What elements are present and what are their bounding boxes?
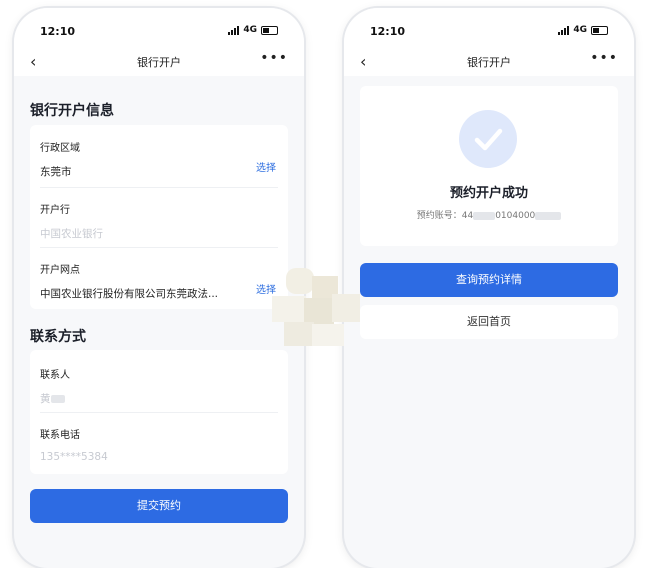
signal-icon [228,25,240,35]
contact-phone-value: 135****5384 [40,451,108,463]
nav-bar: ‹ 银行开户 ••• [14,48,304,76]
success-title: 预约开户成功 [449,186,528,201]
return-home-button[interactable]: 返回首页 [360,305,618,339]
contact-name-label: 联系人 [40,370,70,381]
phone-left: 12:10 4G ‹ 银行开户 ••• 银行开户信息 行政区域 东莞市 选择 开… [14,8,304,568]
blurred-text [473,211,496,220]
network-type: 4G [243,25,257,35]
divider [40,187,278,188]
signal-icon [558,25,570,35]
status-time: 12:10 [370,25,406,38]
section-title-contact: 联系方式 [30,329,86,345]
region-select-link[interactable]: 选择 [256,159,276,174]
status-bar: 12:10 4G [14,8,304,48]
network-type: 4G [573,25,587,35]
contact-card: 联系人 黄 联系电话 135****5384 [30,350,288,474]
bank-field[interactable]: 开户行 中国农业银行 [40,201,278,241]
divider [40,412,278,413]
blurred-text [50,395,65,403]
contact-phone-field[interactable]: 联系电话 135****5384 [40,426,278,463]
divider [40,247,278,248]
blurred-text [535,211,562,220]
contact-name-value: 黄 [40,391,278,406]
battery-icon [591,25,608,35]
battery-icon [261,25,278,35]
check-icon [474,128,503,151]
branch-value: 中国农业银行股份有限公司东莞政法... [40,288,219,300]
account-middle: 0104000 [495,211,536,221]
account-info-card: 行政区域 东莞市 选择 开户行 中国农业银行 开户网点 中国农业银行股份有限公司… [30,125,288,309]
success-card: 预约开户成功 预约账号：44 0104000 [360,86,618,246]
more-icon[interactable]: ••• [590,50,618,66]
branch-label: 开户网点 [40,265,80,276]
region-value: 东莞市 [40,166,72,178]
success-badge [459,110,517,168]
nav-bar: ‹ 银行开户 ••• [344,48,634,76]
region-field[interactable]: 行政区域 东莞市 [40,139,278,179]
phone-right: 12:10 4G ‹ 银行开户 ••• 预约开户成功 预约账号：44 010400… [344,8,634,568]
section-title-account: 银行开户信息 [30,103,114,119]
submit-button[interactable]: 提交预约 [30,489,288,523]
bank-label: 开户行 [40,205,70,216]
account-line: 预约账号：44 0104000 [360,208,618,221]
query-details-button[interactable]: 查询预约详情 [360,263,618,297]
account-label: 预约账号： [416,211,462,221]
contact-phone-label: 联系电话 [40,430,80,441]
contact-name-field[interactable]: 联系人 黄 [40,366,278,406]
status-icons: 4G [558,25,608,35]
status-bar: 12:10 4G [344,8,634,48]
bank-placeholder: 中国农业银行 [40,228,103,240]
region-label: 行政区域 [40,143,80,154]
branch-field[interactable]: 开户网点 中国农业银行股份有限公司东莞政法... [40,261,244,301]
status-icons: 4G [228,25,278,35]
contact-name-text: 黄 [40,393,51,405]
account-prefix: 44 [461,211,474,221]
status-time: 12:10 [40,25,76,38]
pixelated-watermark [262,258,374,368]
more-icon[interactable]: ••• [260,50,288,66]
